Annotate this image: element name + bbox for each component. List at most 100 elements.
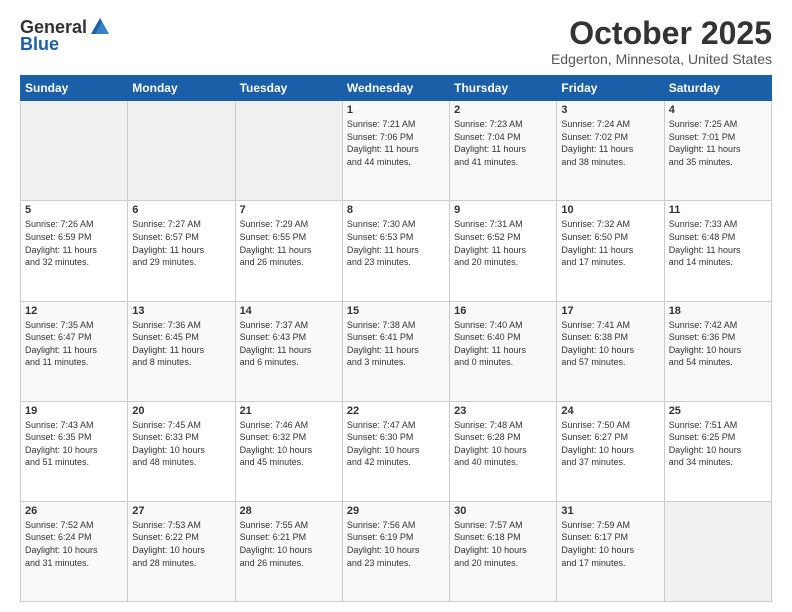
day-info: Sunrise: 7:56 AM Sunset: 6:19 PM Dayligh… [347, 519, 445, 569]
calendar-cell: 7 Sunrise: 7:29 AM Sunset: 6:55 PM Daylig… [235, 201, 342, 301]
calendar-header-friday: Friday [557, 76, 664, 101]
calendar-cell: 4 Sunrise: 7:25 AM Sunset: 7:01 PM Daylig… [664, 101, 771, 201]
day-info: Sunrise: 7:42 AM Sunset: 6:36 PM Dayligh… [669, 319, 767, 369]
day-number: 28 [240, 505, 338, 517]
day-info: Sunrise: 7:47 AM Sunset: 6:30 PM Dayligh… [347, 419, 445, 469]
day-info: Sunrise: 7:32 AM Sunset: 6:50 PM Dayligh… [561, 218, 659, 268]
day-number: 10 [561, 204, 659, 216]
day-info: Sunrise: 7:33 AM Sunset: 6:48 PM Dayligh… [669, 218, 767, 268]
calendar-header-tuesday: Tuesday [235, 76, 342, 101]
calendar-cell [21, 101, 128, 201]
logo: General Blue [20, 16, 111, 55]
calendar-cell [235, 101, 342, 201]
day-info: Sunrise: 7:46 AM Sunset: 6:32 PM Dayligh… [240, 419, 338, 469]
calendar-cell: 31 Sunrise: 7:59 AM Sunset: 6:17 PM Dayli… [557, 501, 664, 601]
day-number: 3 [561, 104, 659, 116]
calendar-cell: 23 Sunrise: 7:48 AM Sunset: 6:28 PM Dayli… [450, 401, 557, 501]
day-info: Sunrise: 7:59 AM Sunset: 6:17 PM Dayligh… [561, 519, 659, 569]
day-info: Sunrise: 7:31 AM Sunset: 6:52 PM Dayligh… [454, 218, 552, 268]
day-info: Sunrise: 7:37 AM Sunset: 6:43 PM Dayligh… [240, 319, 338, 369]
calendar-cell: 17Sunrise: 7:41 AM Sunset: 6:38 PM Dayli… [557, 301, 664, 401]
day-info: Sunrise: 7:38 AM Sunset: 6:41 PM Dayligh… [347, 319, 445, 369]
day-info: Sunrise: 7:43 AM Sunset: 6:35 PM Dayligh… [25, 419, 123, 469]
calendar-cell: 6 Sunrise: 7:27 AM Sunset: 6:57 PM Daylig… [128, 201, 235, 301]
day-info: Sunrise: 7:40 AM Sunset: 6:40 PM Dayligh… [454, 319, 552, 369]
day-number: 23 [454, 405, 552, 417]
day-info: Sunrise: 7:48 AM Sunset: 6:28 PM Dayligh… [454, 419, 552, 469]
day-info: Sunrise: 7:23 AM Sunset: 7:04 PM Dayligh… [454, 118, 552, 168]
day-info: Sunrise: 7:30 AM Sunset: 6:53 PM Dayligh… [347, 218, 445, 268]
calendar-cell: 29 Sunrise: 7:56 AM Sunset: 6:19 PM Dayli… [342, 501, 449, 601]
calendar-cell: 9Sunrise: 7:31 AM Sunset: 6:52 PM Daylig… [450, 201, 557, 301]
day-number: 18 [669, 305, 767, 317]
logo-icon [89, 16, 111, 38]
day-number: 11 [669, 204, 767, 216]
calendar-cell: 25Sunrise: 7:51 AM Sunset: 6:25 PM Dayli… [664, 401, 771, 501]
day-info: Sunrise: 7:29 AM Sunset: 6:55 PM Dayligh… [240, 218, 338, 268]
day-number: 14 [240, 305, 338, 317]
calendar-cell: 27 Sunrise: 7:53 AM Sunset: 6:22 PM Dayli… [128, 501, 235, 601]
calendar-table: SundayMondayTuesdayWednesdayThursdayFrid… [20, 75, 772, 602]
calendar-cell: 10 Sunrise: 7:32 AM Sunset: 6:50 PM Dayli… [557, 201, 664, 301]
day-number: 5 [25, 204, 123, 216]
day-info: Sunrise: 7:25 AM Sunset: 7:01 PM Dayligh… [669, 118, 767, 168]
day-number: 7 [240, 204, 338, 216]
page: General Blue October 2025 Edgerton, Minn… [0, 0, 792, 612]
calendar-header-wednesday: Wednesday [342, 76, 449, 101]
calendar-cell: 11 Sunrise: 7:33 AM Sunset: 6:48 PM Dayli… [664, 201, 771, 301]
day-number: 16 [454, 305, 552, 317]
calendar-header-monday: Monday [128, 76, 235, 101]
day-number: 31 [561, 505, 659, 517]
day-info: Sunrise: 7:57 AM Sunset: 6:18 PM Dayligh… [454, 519, 552, 569]
day-number: 25 [669, 405, 767, 417]
day-info: Sunrise: 7:24 AM Sunset: 7:02 PM Dayligh… [561, 118, 659, 168]
day-info: Sunrise: 7:36 AM Sunset: 6:45 PM Dayligh… [132, 319, 230, 369]
calendar-cell: 20 Sunrise: 7:45 AM Sunset: 6:33 PM Dayli… [128, 401, 235, 501]
calendar-cell: 19Sunrise: 7:43 AM Sunset: 6:35 PM Dayli… [21, 401, 128, 501]
calendar-cell: 28 Sunrise: 7:55 AM Sunset: 6:21 PM Dayli… [235, 501, 342, 601]
day-info: Sunrise: 7:21 AM Sunset: 7:06 PM Dayligh… [347, 118, 445, 168]
calendar-cell: 21Sunrise: 7:46 AM Sunset: 6:32 PM Dayli… [235, 401, 342, 501]
day-info: Sunrise: 7:27 AM Sunset: 6:57 PM Dayligh… [132, 218, 230, 268]
day-number: 22 [347, 405, 445, 417]
calendar-cell: 26 Sunrise: 7:52 AM Sunset: 6:24 PM Dayli… [21, 501, 128, 601]
day-number: 1 [347, 104, 445, 116]
day-number: 27 [132, 505, 230, 517]
day-number: 29 [347, 505, 445, 517]
month-title: October 2025 [551, 16, 772, 51]
day-info: Sunrise: 7:53 AM Sunset: 6:22 PM Dayligh… [132, 519, 230, 569]
day-number: 26 [25, 505, 123, 517]
calendar-cell: 1 Sunrise: 7:21 AM Sunset: 7:06 PM Daylig… [342, 101, 449, 201]
calendar-cell: 22 Sunrise: 7:47 AM Sunset: 6:30 PM Dayli… [342, 401, 449, 501]
calendar-week-1: 1 Sunrise: 7:21 AM Sunset: 7:06 PM Daylig… [21, 101, 772, 201]
header: General Blue October 2025 Edgerton, Minn… [20, 16, 772, 67]
day-info: Sunrise: 7:55 AM Sunset: 6:21 PM Dayligh… [240, 519, 338, 569]
day-number: 30 [454, 505, 552, 517]
calendar-cell: 14 Sunrise: 7:37 AM Sunset: 6:43 PM Dayli… [235, 301, 342, 401]
day-number: 2 [454, 104, 552, 116]
calendar-cell: 18 Sunrise: 7:42 AM Sunset: 6:36 PM Dayli… [664, 301, 771, 401]
day-number: 6 [132, 204, 230, 216]
logo-blue-text: Blue [20, 34, 59, 54]
day-info: Sunrise: 7:26 AM Sunset: 6:59 PM Dayligh… [25, 218, 123, 268]
calendar-cell: 8Sunrise: 7:30 AM Sunset: 6:53 PM Daylig… [342, 201, 449, 301]
calendar-cell [664, 501, 771, 601]
day-info: Sunrise: 7:45 AM Sunset: 6:33 PM Dayligh… [132, 419, 230, 469]
calendar-header-thursday: Thursday [450, 76, 557, 101]
calendar-cell: 16 Sunrise: 7:40 AM Sunset: 6:40 PM Dayli… [450, 301, 557, 401]
calendar-week-4: 19Sunrise: 7:43 AM Sunset: 6:35 PM Dayli… [21, 401, 772, 501]
day-info: Sunrise: 7:52 AM Sunset: 6:24 PM Dayligh… [25, 519, 123, 569]
calendar-cell: 2 Sunrise: 7:23 AM Sunset: 7:04 PM Daylig… [450, 101, 557, 201]
calendar-cell: 3 Sunrise: 7:24 AM Sunset: 7:02 PM Daylig… [557, 101, 664, 201]
calendar-cell: 24Sunrise: 7:50 AM Sunset: 6:27 PM Dayli… [557, 401, 664, 501]
calendar-cell: 13 Sunrise: 7:36 AM Sunset: 6:45 PM Dayli… [128, 301, 235, 401]
calendar-header-row: SundayMondayTuesdayWednesdayThursdayFrid… [21, 76, 772, 101]
calendar-week-2: 5 Sunrise: 7:26 AM Sunset: 6:59 PM Daylig… [21, 201, 772, 301]
day-number: 20 [132, 405, 230, 417]
day-info: Sunrise: 7:50 AM Sunset: 6:27 PM Dayligh… [561, 419, 659, 469]
location: Edgerton, Minnesota, United States [551, 51, 772, 67]
day-number: 13 [132, 305, 230, 317]
day-number: 12 [25, 305, 123, 317]
day-number: 4 [669, 104, 767, 116]
calendar-cell: 15Sunrise: 7:38 AM Sunset: 6:41 PM Dayli… [342, 301, 449, 401]
